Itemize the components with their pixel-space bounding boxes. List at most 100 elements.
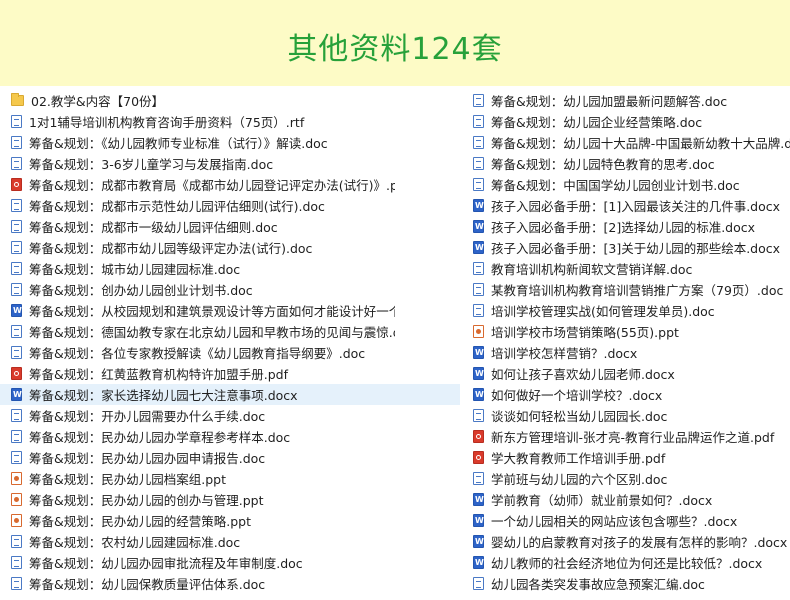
doc-icon <box>11 430 22 443</box>
file-item[interactable]: 筹备&规划：民办幼儿园的创办与管理.ppt <box>0 489 395 510</box>
file-name: 筹备&规划：民办幼儿园档案组.ppt <box>29 472 226 487</box>
file-item[interactable]: 如何做好一个培训学校？.docx <box>470 384 790 405</box>
file-name: 筹备&规划：创办幼儿园创业计划书.doc <box>29 283 253 298</box>
file-item[interactable]: 培训学校怎样营销？.docx <box>470 342 790 363</box>
doc-icon <box>11 136 22 149</box>
file-name: 学前教育（幼师）就业前景如何？.docx <box>491 493 713 508</box>
file-name: 筹备&规划：城市幼儿园建园标准.doc <box>29 262 241 277</box>
file-name: 筹备&规划：成都市示范性幼儿园评估细则(试行).doc <box>29 199 325 214</box>
file-name: 筹备&规划：民办幼儿园的经营策略.ppt <box>29 514 251 529</box>
file-name: 筹备&规划：家长选择幼儿园七大注意事项.docx <box>29 388 298 403</box>
file-name: 筹备&规划：民办幼儿园办学章程参考样本.doc <box>29 430 291 445</box>
file-item[interactable]: 筹备&规划：幼儿园加盟最新问题解答.doc <box>470 90 790 111</box>
file-name: 培训学校管理实战(如何管理发单员).doc <box>491 304 715 319</box>
file-item[interactable]: 筹备&规划：幼儿园十大品牌-中国最新幼教十大品牌.doc <box>470 132 790 153</box>
file-item[interactable]: 筹备&规划：成都市示范性幼儿园评估细则(试行).doc <box>0 195 395 216</box>
doc-icon <box>11 409 22 422</box>
file-item[interactable]: 如何让孩子喜欢幼儿园老师.docx <box>470 363 790 384</box>
file-item[interactable]: 幼儿园各类突发事故应急预案汇编.doc <box>470 573 790 594</box>
file-item[interactable]: 学大教育教师工作培训手册.pdf <box>470 447 790 468</box>
file-item[interactable]: 筹备&规划：中国国学幼儿园创业计划书.doc <box>470 174 790 195</box>
file-item[interactable]: 学前班与幼儿园的六个区别.doc <box>470 468 790 489</box>
file-name: 筹备&规划：幼儿园十大品牌-中国最新幼教十大品牌.doc <box>491 136 790 151</box>
folder-item[interactable]: 02.教学&内容【70份】 <box>0 90 395 111</box>
banner-title: 其他资料124套 <box>287 32 503 67</box>
file-item[interactable]: 幼儿教师的社会经济地位为何还是比较低？.docx <box>470 552 790 573</box>
file-name: 孩子入园必备手册：[2]选择幼儿园的标准.docx <box>491 220 756 235</box>
file-name: 一个幼儿园相关的网站应该包含哪些？.docx <box>491 514 738 529</box>
ppt-icon <box>473 325 484 338</box>
file-name: 1对1辅导培训机构教育咨询手册资料（75页）.rtf <box>29 115 305 130</box>
file-name: 教育培训机构新闻软文营销详解.doc <box>491 262 693 277</box>
file-item[interactable]: 筹备&规划：德国幼教专家在北京幼儿园和早教市场的见闻与震惊.doc <box>0 321 395 342</box>
doc-icon <box>11 220 22 233</box>
file-item[interactable]: 孩子入园必备手册：[3]关于幼儿园的那些绘本.docx <box>470 237 790 258</box>
file-item[interactable]: 筹备&规划：成都市一级幼儿园评估细则.doc <box>0 216 395 237</box>
file-item[interactable]: 筹备&规划：3-6岁儿童学习与发展指南.doc <box>0 153 395 174</box>
doc-icon <box>11 283 22 296</box>
file-item[interactable]: 婴幼儿的启蒙教育对孩子的发展有怎样的影响？.docx <box>470 531 790 552</box>
docx-icon <box>473 220 484 233</box>
file-name: 筹备&规划：红黄蓝教育机构特许加盟手册.pdf <box>29 367 288 382</box>
file-item[interactable]: 新东方管理培训-张才亮-教育行业品牌运作之道.pdf <box>470 426 790 447</box>
docx-icon <box>11 388 22 401</box>
doc-icon <box>11 241 22 254</box>
file-item[interactable]: 一个幼儿园相关的网站应该包含哪些？.docx <box>470 510 790 531</box>
file-item[interactable]: 筹备&规划：幼儿园特色教育的思考.doc <box>470 153 790 174</box>
file-name: 某教育培训机构教育培训营销推广方案（79页）.doc <box>491 283 784 298</box>
file-item[interactable]: 教育培训机构新闻软文营销详解.doc <box>470 258 790 279</box>
pdf-icon <box>11 178 22 191</box>
file-item[interactable]: 筹备&规划：民办幼儿园档案组.ppt <box>0 468 395 489</box>
doc-icon <box>473 283 484 296</box>
file-item[interactable]: 培训学校管理实战(如何管理发单员).doc <box>470 300 790 321</box>
docx-icon <box>473 241 484 254</box>
file-item[interactable]: 筹备&规划：幼儿园保教质量评估体系.doc <box>0 573 395 594</box>
docx-icon <box>473 388 484 401</box>
file-item[interactable]: 1对1辅导培训机构教育咨询手册资料（75页）.rtf <box>0 111 395 132</box>
doc-icon <box>473 262 484 275</box>
file-item[interactable]: 筹备&规划：《幼儿园教师专业标准（试行）》解读.doc <box>0 132 395 153</box>
file-item[interactable]: 筹备&规划：从校园规划和建筑景观设计等方面如何才能设计好一个学校？.docx <box>0 300 395 321</box>
file-item[interactable]: 谈谈如何轻松当幼儿园园长.doc <box>470 405 790 426</box>
file-item[interactable]: 孩子入园必备手册：[2]选择幼儿园的标准.docx <box>470 216 790 237</box>
file-item[interactable]: 筹备&规划：民办幼儿园办学章程参考样本.doc <box>0 426 395 447</box>
file-item[interactable]: 筹备&规划：民办幼儿园的经营策略.ppt <box>0 510 395 531</box>
file-item[interactable]: 筹备&规划：各位专家教授解读《幼儿园教育指导纲要》.doc <box>0 342 395 363</box>
ppt-icon <box>11 493 22 506</box>
file-item[interactable]: 筹备&规划：农村幼儿园建园标准.doc <box>0 531 395 552</box>
file-item[interactable]: 学前教育（幼师）就业前景如何？.docx <box>470 489 790 510</box>
file-name: 筹备&规划：农村幼儿园建园标准.doc <box>29 535 241 550</box>
file-item[interactable]: 培训学校市场营销策略(55页).ppt <box>470 321 790 342</box>
file-item[interactable]: 筹备&规划：民办幼儿园办园申请报告.doc <box>0 447 395 468</box>
doc-icon <box>11 577 22 590</box>
file-item[interactable]: 筹备&规划：城市幼儿园建园标准.doc <box>0 258 395 279</box>
file-item[interactable]: 孩子入园必备手册：[1]入园最该关注的几件事.docx <box>470 195 790 216</box>
file-item[interactable]: 筹备&规划：成都市教育局《成都市幼儿园登记评定办法(试行)》.pdf <box>0 174 395 195</box>
file-name: 如何让孩子喜欢幼儿园老师.docx <box>491 367 675 382</box>
pdf-icon <box>473 451 484 464</box>
file-item[interactable]: 筹备&规划：幼儿园办园审批流程及年审制度.doc <box>0 552 395 573</box>
file-name: 筹备&规划：幼儿园特色教育的思考.doc <box>491 157 715 172</box>
folder-icon <box>11 93 24 106</box>
file-item[interactable]: 筹备&规划：创办幼儿园创业计划书.doc <box>0 279 395 300</box>
file-name: 如何做好一个培训学校？.docx <box>491 388 663 403</box>
file-name: 筹备&规划：德国幼教专家在北京幼儿园和早教市场的见闻与震惊.doc <box>29 325 395 340</box>
ppt-icon <box>11 472 22 485</box>
file-item[interactable]: 筹备&规划：成都市幼儿园等级评定办法(试行).doc <box>0 237 395 258</box>
pdf-icon <box>473 430 484 443</box>
docx-icon <box>473 346 484 359</box>
file-item[interactable]: 某教育培训机构教育培训营销推广方案（79页）.doc <box>470 279 790 300</box>
file-item[interactable]: 筹备&规划：家长选择幼儿园七大注意事项.docx <box>0 384 460 405</box>
file-name: 筹备&规划：从校园规划和建筑景观设计等方面如何才能设计好一个学校？.docx <box>29 304 395 319</box>
file-name: 筹备&规划：成都市教育局《成都市幼儿园登记评定办法(试行)》.pdf <box>29 178 395 193</box>
docx-icon <box>473 493 484 506</box>
file-item[interactable]: 筹备&规划：开办儿园需要办什么手续.doc <box>0 405 395 426</box>
file-item[interactable]: 筹备&规划：幼儿园企业经营策略.doc <box>470 111 790 132</box>
file-name: 谈谈如何轻松当幼儿园园长.doc <box>491 409 668 424</box>
file-name: 新东方管理培训-张才亮-教育行业品牌运作之道.pdf <box>491 430 775 445</box>
file-item[interactable]: 筹备&规划：红黄蓝教育机构特许加盟手册.pdf <box>0 363 395 384</box>
doc-icon <box>11 325 22 338</box>
doc-icon <box>473 178 484 191</box>
docx-icon <box>473 535 484 548</box>
file-name: 培训学校怎样营销？.docx <box>491 346 638 361</box>
